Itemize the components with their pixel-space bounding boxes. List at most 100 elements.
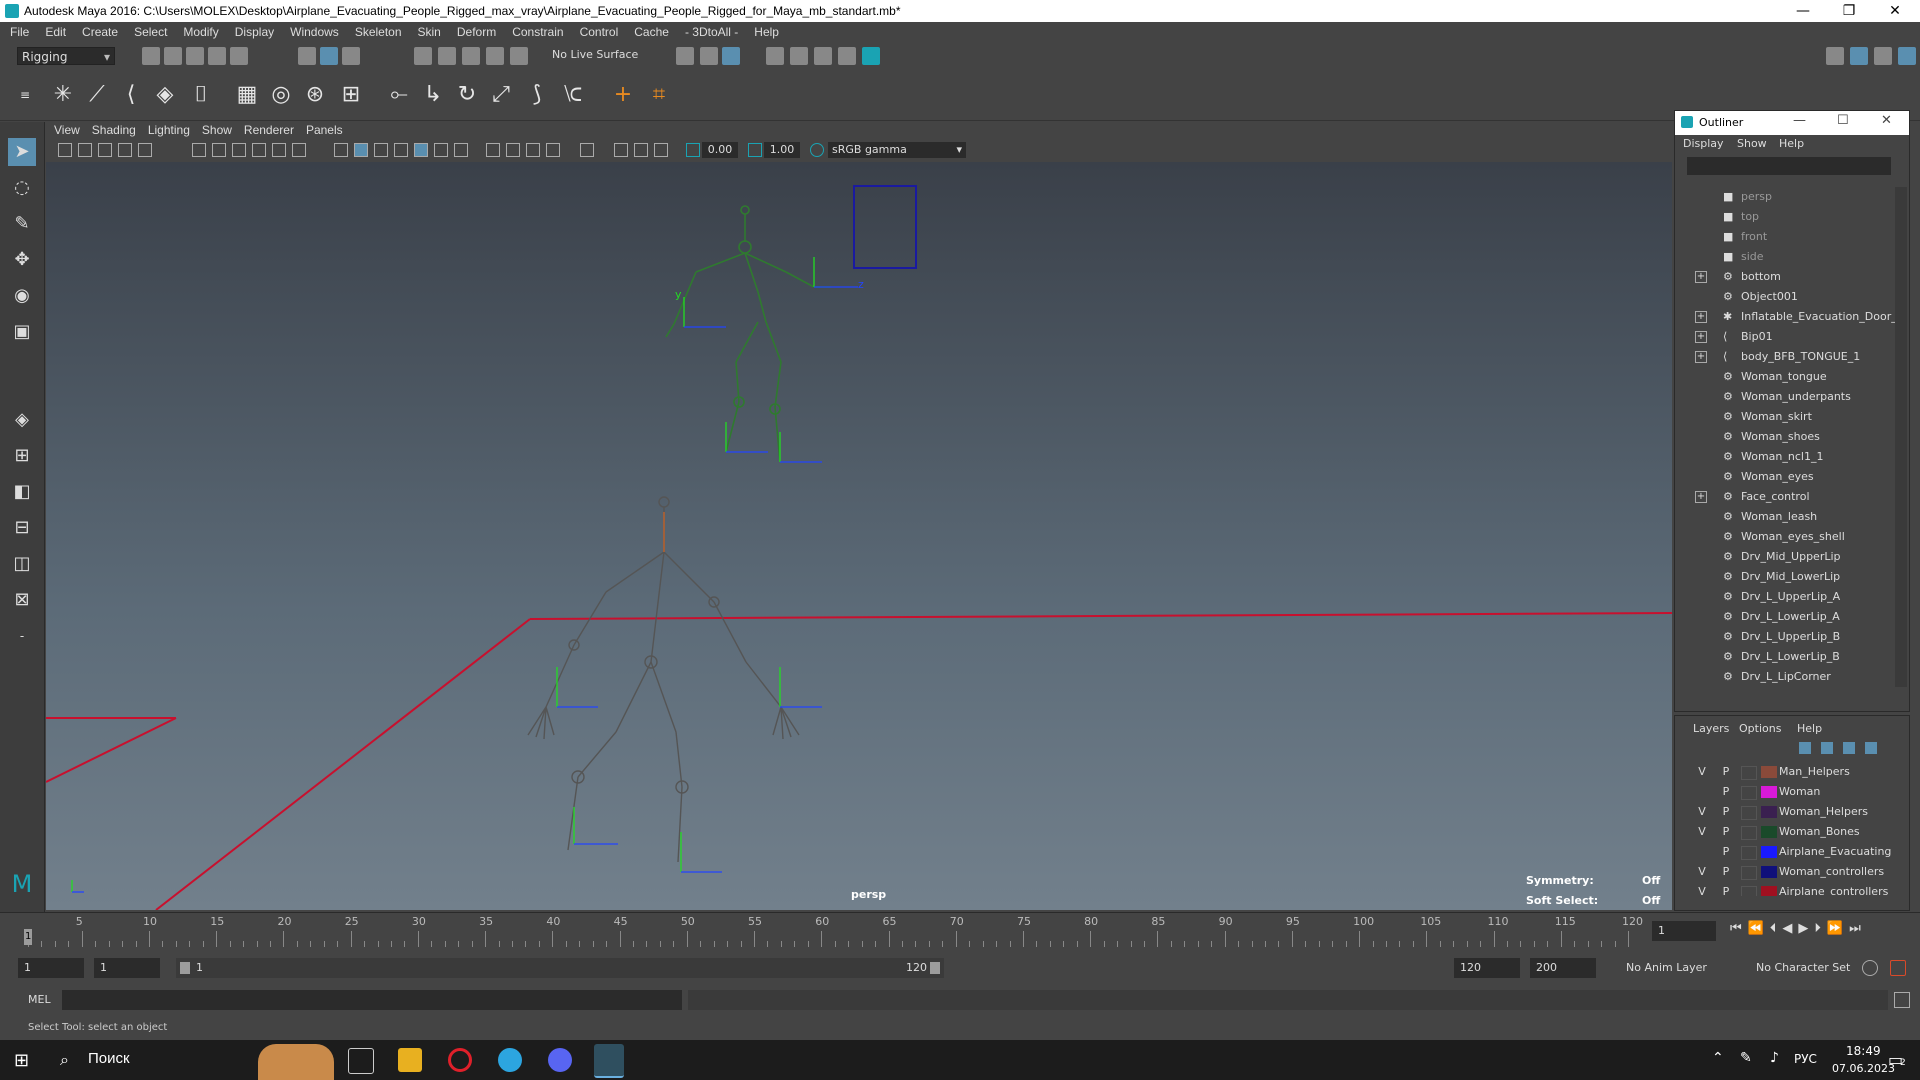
exposure-icon[interactable] — [686, 143, 700, 157]
range-slider[interactable]: 1 120 — [176, 958, 944, 978]
select-component-icon[interactable] — [342, 47, 360, 65]
outliner-item[interactable]: + ⟨ Bip01 — [1675, 327, 1895, 347]
layer-display-type-toggle[interactable] — [1741, 826, 1757, 840]
maya-taskbar-icon[interactable] — [594, 1044, 624, 1078]
current-frame-field[interactable]: 1 — [1652, 921, 1716, 941]
anim-preferences-icon[interactable] — [1890, 960, 1906, 976]
outliner-item[interactable]: ⚙ Drv_L_LipCorner — [1675, 667, 1895, 687]
layer-color-swatch[interactable] — [1761, 866, 1777, 878]
select-tool-icon[interactable]: ➤ — [8, 138, 36, 166]
expand-plus-icon[interactable]: + — [1695, 311, 1707, 323]
rotate-tool-icon[interactable]: ◉ — [8, 282, 36, 310]
snap-grid-icon[interactable] — [414, 47, 432, 65]
xray-joints-icon[interactable] — [414, 143, 428, 157]
wrap-icon[interactable]: ⊞ — [336, 80, 366, 110]
discord-icon[interactable] — [548, 1048, 572, 1072]
menu-create[interactable]: Create — [82, 25, 118, 39]
menu-3dtoall[interactable]: - 3DtoAll - — [685, 25, 738, 39]
point-constraint-icon[interactable]: ⟜ — [384, 80, 414, 110]
outliner-item[interactable]: ⚙ Drv_L_LowerLip_B — [1675, 647, 1895, 667]
select-object-icon[interactable] — [320, 47, 338, 65]
menu-display[interactable]: Display — [235, 25, 274, 39]
paint-select-icon[interactable]: ✎ — [8, 210, 36, 238]
menu-deform[interactable]: Deform — [457, 25, 496, 39]
motion-blur-icon[interactable] — [526, 143, 540, 157]
layer-row[interactable]: V P Airplane_controllers — [1675, 882, 1895, 896]
step-forward-key-icon[interactable]: ⏩ — [1827, 921, 1843, 936]
layer-playback-toggle[interactable]: P — [1719, 842, 1733, 862]
search-icon[interactable]: ⌕ — [60, 1050, 69, 1070]
menu-modify[interactable]: Modify — [183, 25, 218, 39]
persp-hypershade-layout-icon[interactable]: ◫ — [8, 550, 36, 578]
gate-mask-icon[interactable] — [252, 143, 266, 157]
outliner-item[interactable]: ■ side — [1675, 247, 1895, 267]
animation-start-field[interactable]: 1 — [18, 958, 84, 978]
clock-date[interactable]: 07.06.2023 — [1832, 1062, 1895, 1075]
layer-visibility-toggle[interactable]: V — [1695, 882, 1709, 896]
outliner-menu-display[interactable]: Display — [1683, 137, 1724, 150]
resolution-gate-icon[interactable] — [232, 143, 246, 157]
single-perspective-layout-icon[interactable]: ◈ — [8, 406, 36, 434]
expand-plus-icon[interactable]: + — [1695, 271, 1707, 283]
menu-skeleton[interactable]: Skeleton — [355, 25, 402, 39]
layer-row[interactable]: P Woman — [1675, 782, 1895, 802]
persp-outliner-layout-icon[interactable]: ◧ — [8, 478, 36, 506]
outliner-item[interactable]: ⚙ Drv_L_UpperLip_B — [1675, 627, 1895, 647]
modeling-toolkit-icon[interactable] — [1826, 47, 1844, 65]
play-back-icon[interactable]: ◀ — [1782, 921, 1792, 936]
layer-color-swatch[interactable] — [1761, 846, 1777, 858]
camera-attributes-icon[interactable] — [58, 143, 72, 157]
taskbar-search-label[interactable]: Поиск — [88, 1050, 130, 1067]
layer-row[interactable]: V P Woman_Bones — [1675, 822, 1895, 842]
render-view-icon[interactable] — [722, 47, 740, 65]
layer-playback-toggle[interactable]: P — [1719, 802, 1733, 822]
expand-plus-icon[interactable]: + — [1695, 351, 1707, 363]
menu-constrain[interactable]: Constrain — [512, 25, 563, 39]
layer-playback-toggle[interactable]: P — [1719, 822, 1733, 842]
scale-tool-icon[interactable]: ▣ — [8, 318, 36, 346]
ipr-render-icon[interactable] — [790, 47, 808, 65]
textured-icon[interactable] — [434, 143, 448, 157]
screen-space-ao-icon[interactable] — [506, 143, 520, 157]
outliner-item[interactable]: ⚙ Woman_eyes_shell — [1675, 527, 1895, 547]
minimize-button[interactable]: — — [1780, 0, 1826, 22]
channel-box-icon[interactable] — [1898, 47, 1916, 65]
outliner-item[interactable]: ⚙ Woman_shoes — [1675, 427, 1895, 447]
outliner-minimize-button[interactable]: — — [1793, 113, 1806, 128]
outliner-item[interactable]: ⚙ Woman_underpants — [1675, 387, 1895, 407]
ik-spline-icon[interactable]: ⟨ — [116, 80, 146, 110]
playback-end-field[interactable]: 120 — [1454, 958, 1520, 978]
panel-menu-view[interactable]: View — [54, 123, 80, 137]
outliner-item[interactable]: ⚙ Woman_eyes — [1675, 467, 1895, 487]
menu-skin[interactable]: Skin — [418, 25, 441, 39]
scale-constraint-icon[interactable]: ⤢ — [486, 80, 516, 110]
select-hierarchy-icon[interactable] — [298, 47, 316, 65]
shelf-menu-icon[interactable]: ≡ — [10, 80, 40, 110]
new-layer-selected-icon[interactable] — [1865, 742, 1877, 754]
outliner-item[interactable]: + ⚙ Face_control — [1675, 487, 1895, 507]
animation-end-field[interactable]: 200 — [1530, 958, 1596, 978]
ik-handle-icon[interactable]: ⟋ — [82, 80, 112, 110]
layer-row[interactable]: V P Woman_Helpers — [1675, 802, 1895, 822]
gamma-field[interactable]: 1.00 — [764, 142, 800, 158]
range-end-handle[interactable] — [930, 962, 940, 974]
orient-constraint-icon[interactable]: ↻ — [452, 80, 482, 110]
bookmark-icon[interactable] — [78, 143, 92, 157]
task-view-icon[interactable] — [348, 1048, 374, 1074]
custom-layout-icon[interactable]: - — [8, 622, 36, 650]
snap-view-icon[interactable] — [486, 47, 504, 65]
persp-graph-layout-icon[interactable]: ⊟ — [8, 514, 36, 542]
exposure-field[interactable]: 0.00 — [702, 142, 738, 158]
go-to-end-icon[interactable]: ⏭ — [1849, 921, 1861, 936]
playback-start-field[interactable]: 1 — [94, 958, 160, 978]
expand-plus-icon[interactable]: + — [1695, 331, 1707, 343]
snap-surface-icon[interactable] — [510, 47, 528, 65]
new-layer-icon[interactable] — [1843, 742, 1855, 754]
maximize-button[interactable]: ❐ — [1826, 0, 1872, 22]
menu-edit[interactable]: Edit — [45, 25, 66, 39]
grease-pencil-icon[interactable] — [138, 143, 152, 157]
panel-menu-show[interactable]: Show — [202, 123, 232, 137]
outliner-item[interactable]: ⚙ Woman_ncl1_1 — [1675, 447, 1895, 467]
field-chart-icon[interactable] — [272, 143, 286, 157]
telegram-icon[interactable] — [498, 1048, 522, 1072]
